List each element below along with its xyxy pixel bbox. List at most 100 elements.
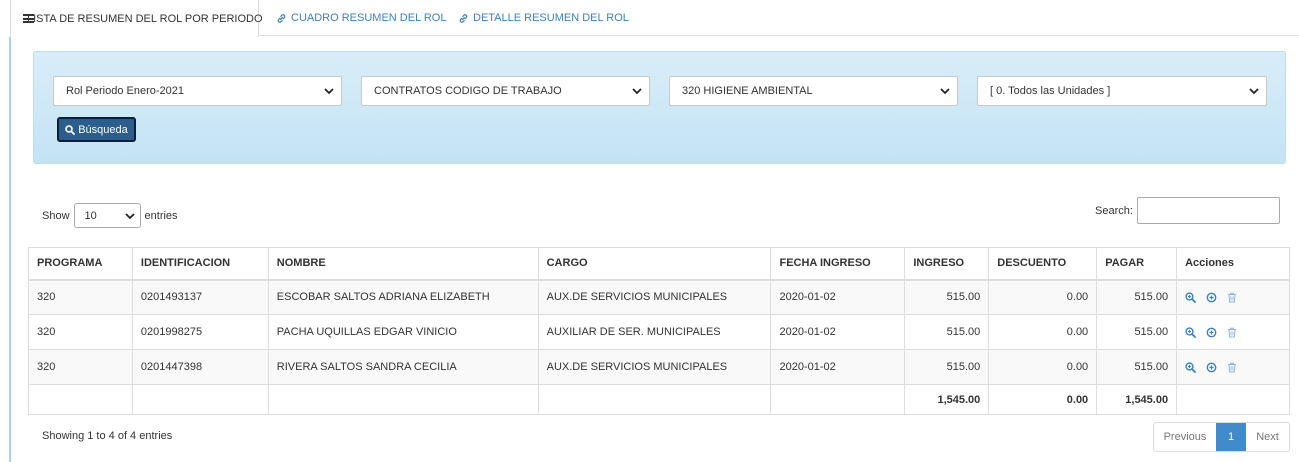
contrato-select[interactable]: CONTRATOS CODIGO DE TRABAJO	[361, 76, 650, 106]
zoom-in-icon[interactable]	[1185, 292, 1196, 303]
totals-empty-cell	[131, 384, 269, 415]
payroll-table: PROGRAMA IDENTIFICACION NOMBRE CARGO FEC…	[28, 247, 1290, 415]
cell-nombre: ESCOBAR SALTOS ADRIANA ELIZABETH	[267, 279, 539, 315]
totals-empty-cell	[537, 384, 772, 415]
totals-empty-cell	[267, 384, 539, 415]
cell-acciones	[1176, 279, 1290, 315]
entries-label: entries	[144, 209, 178, 222]
table-row: 320 0201447398 RIVERA SALTOS SANDRA CECI…	[28, 349, 1290, 385]
column-header[interactable]: CARGO	[537, 247, 772, 281]
programa-select-value: 320 HIGIENE AMBIENTAL	[682, 85, 813, 97]
entries-select-value: 10	[84, 209, 97, 222]
cell-cargo: AUXILIAR DE SER. MUNICIPALES	[537, 314, 772, 350]
table-row: 320 0201998275 PACHA UQUILLAS EDGAR VINI…	[28, 314, 1290, 350]
tab-label: CUADRO RESUMEN DEL ROL	[291, 12, 447, 24]
table-search: Search:	[1095, 197, 1280, 224]
total-ingreso: 1,545.00	[904, 384, 990, 415]
tab-label: LISTA DE RESUMEN DEL ROL POR PERIODO	[27, 12, 263, 25]
pagination: Previous 1 Next	[1153, 422, 1290, 452]
cell-cargo: AUX.DE SERVICIOS MUNICIPALES	[537, 279, 772, 315]
cell-ingreso: 515.00	[904, 279, 990, 315]
unidad-select-value: [ 0. Todos las Unidades ]	[990, 85, 1111, 97]
content-left-border	[9, 37, 11, 462]
cell-nombre: PACHA UQUILLAS EDGAR VINICIO	[267, 314, 539, 350]
cell-cargo: AUX.DE SERVICIOS MUNICIPALES	[537, 349, 772, 385]
cell-acciones	[1176, 349, 1290, 385]
totals-empty-cell	[1176, 384, 1290, 415]
trash-icon[interactable]	[1227, 292, 1237, 303]
cell-identificacion: 0201998275	[131, 314, 269, 350]
trash-icon[interactable]	[1227, 327, 1237, 338]
cell-acciones	[1176, 314, 1290, 350]
chevron-down-icon	[324, 88, 334, 95]
contrato-select-value: CONTRATOS CODIGO DE TRABAJO	[374, 85, 562, 97]
column-header[interactable]: PAGAR	[1096, 247, 1178, 281]
cell-pagar: 515.00	[1096, 279, 1178, 315]
programa-select[interactable]: 320 HIGIENE AMBIENTAL	[669, 76, 958, 106]
column-header[interactable]: IDENTIFICACION	[131, 247, 269, 281]
table-info: Showing 1 to 4 of 4 entries	[42, 430, 173, 442]
filter-panel: Rol Periodo Enero-2021 CONTRATOS CODIGO …	[33, 51, 1286, 164]
column-header: Acciones	[1176, 247, 1290, 281]
periodo-select-value: Rol Periodo Enero-2021	[66, 85, 185, 97]
cell-fecha-ingreso: 2020-01-02	[770, 314, 906, 350]
link-icon	[459, 13, 468, 23]
chevron-down-icon	[124, 213, 135, 220]
chevron-down-icon	[940, 88, 950, 95]
cell-pagar: 515.00	[1096, 349, 1178, 385]
search-button-label: Búsqueda	[78, 123, 128, 136]
tab-cuadro-resumen[interactable]: CUADRO RESUMEN DEL ROL	[264, 0, 458, 36]
column-header[interactable]: DESCUENTO	[988, 247, 1098, 281]
totals-empty-cell	[28, 384, 133, 415]
plus-circle-icon[interactable]	[1206, 362, 1217, 373]
periodo-select[interactable]: Rol Periodo Enero-2021	[53, 76, 342, 106]
cell-ingreso: 515.00	[904, 349, 990, 385]
cell-descuento: 0.00	[988, 279, 1098, 315]
cell-fecha-ingreso: 2020-01-02	[770, 349, 906, 385]
chevron-down-icon	[1249, 88, 1259, 95]
search-label: Search:	[1095, 204, 1133, 217]
trash-icon[interactable]	[1227, 362, 1237, 373]
tab-lista-resumen[interactable]: LISTA DE RESUMEN DEL ROL POR PERIODO	[10, 0, 263, 37]
tab-label: DETALLE RESUMEN DEL ROL	[473, 12, 629, 24]
previous-page-button[interactable]: Previous	[1154, 423, 1216, 451]
unidad-select[interactable]: [ 0. Todos las Unidades ]	[977, 76, 1267, 106]
tab-detalle-resumen[interactable]: DETALLE RESUMEN DEL ROL	[446, 0, 641, 36]
cell-programa: 320	[28, 314, 133, 350]
total-pagar: 1,545.00	[1096, 384, 1178, 415]
next-page-button[interactable]: Next	[1246, 423, 1289, 451]
total-descuento: 0.00	[988, 384, 1098, 415]
plus-circle-icon[interactable]	[1206, 327, 1217, 338]
tab-bar: LISTA DE RESUMEN DEL ROL POR PERIODO CUA…	[10, 0, 1299, 37]
cell-programa: 320	[28, 349, 133, 385]
cell-ingreso: 515.00	[904, 314, 990, 350]
cell-descuento: 0.00	[988, 314, 1098, 350]
column-header[interactable]: INGRESO	[904, 247, 990, 281]
search-button[interactable]: Búsqueda	[57, 117, 136, 142]
cell-nombre: RIVERA SALTOS SANDRA CECILIA	[267, 349, 539, 385]
cell-programa: 320	[28, 279, 133, 315]
cell-pagar: 515.00	[1096, 314, 1178, 350]
link-icon	[277, 13, 286, 23]
column-header[interactable]: NOMBRE	[267, 247, 539, 281]
column-header[interactable]: FECHA INGRESO	[770, 247, 906, 281]
entries-select[interactable]: 10	[73, 203, 141, 228]
plus-circle-icon[interactable]	[1206, 292, 1217, 303]
page-1-button[interactable]: 1	[1216, 423, 1246, 451]
cell-descuento: 0.00	[988, 349, 1098, 385]
totals-empty-cell	[770, 384, 906, 415]
column-header[interactable]: PROGRAMA	[28, 247, 133, 281]
cell-identificacion: 0201447398	[131, 349, 269, 385]
cell-identificacion: 0201493137	[131, 279, 269, 315]
search-icon	[65, 124, 76, 135]
chevron-down-icon	[632, 88, 642, 95]
table-row: 320 0201493137 ESCOBAR SALTOS ADRIANA EL…	[28, 279, 1290, 315]
cell-fecha-ingreso: 2020-01-02	[770, 279, 906, 315]
search-input[interactable]	[1136, 197, 1280, 224]
totals-row: 1,545.00 0.00 1,545.00	[28, 384, 1290, 415]
zoom-in-icon[interactable]	[1185, 326, 1196, 338]
length-control: Show 10 entries	[42, 203, 178, 228]
show-label: Show	[42, 209, 70, 222]
table-header-row: PROGRAMA IDENTIFICACION NOMBRE CARGO FEC…	[28, 247, 1290, 281]
zoom-in-icon[interactable]	[1185, 361, 1196, 373]
